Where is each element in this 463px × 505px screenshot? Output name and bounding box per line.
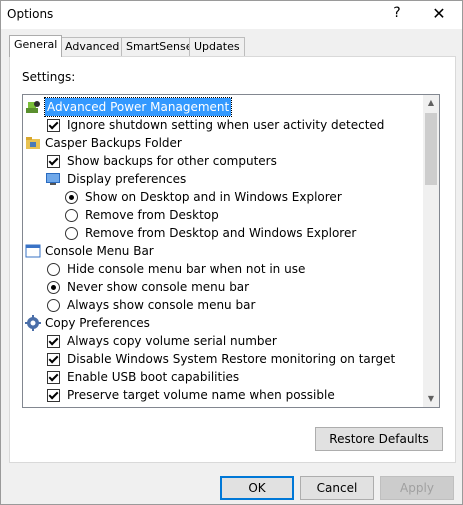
window-title: Options bbox=[7, 7, 54, 21]
tree-option[interactable]: Show backups for other computers bbox=[23, 152, 421, 170]
checkbox[interactable] bbox=[47, 155, 60, 168]
tree-option[interactable]: Remove from Desktop bbox=[23, 206, 421, 224]
checkbox[interactable] bbox=[47, 407, 60, 408]
gear-icon bbox=[25, 315, 41, 331]
tree-item-label: Ignore shutdown setting when user activi… bbox=[67, 118, 385, 132]
cancel-button[interactable]: Cancel bbox=[300, 476, 374, 500]
tree-group[interactable]: Advanced Power Management bbox=[23, 97, 421, 117]
tree-item-label: Advanced Power Management bbox=[43, 97, 233, 117]
tree-item-label: Remove from Desktop bbox=[85, 208, 219, 222]
tree-option[interactable]: Remove from Desktop and Windows Explorer bbox=[23, 224, 421, 242]
checkbox[interactable] bbox=[47, 119, 60, 132]
scroll-down-icon[interactable]: ▼ bbox=[423, 391, 439, 407]
tree-item-label: Copy Preferences bbox=[45, 316, 150, 330]
tree-option[interactable]: Never show console menu bar bbox=[23, 278, 421, 296]
tree-option[interactable]: Disable Windows System Restore monitorin… bbox=[23, 350, 421, 368]
tree-item-label: Hide console menu bar when not in use bbox=[67, 262, 306, 276]
settings-label: Settings: bbox=[22, 70, 76, 84]
restore-defaults-button[interactable]: Restore Defaults bbox=[315, 427, 443, 451]
tree-item-label: Display preferences bbox=[67, 172, 187, 186]
radio-button[interactable] bbox=[47, 263, 60, 276]
tree-item-label: Show on Desktop and in Windows Explorer bbox=[85, 190, 342, 204]
tree-item-label: Always copy volume serial number bbox=[67, 334, 277, 348]
tree-group[interactable]: Copy Preferences bbox=[23, 314, 421, 332]
settings-tree[interactable]: Advanced Power Management Ignore shutdown… bbox=[22, 94, 440, 408]
tree-option[interactable]: Always copy volume serial number bbox=[23, 332, 421, 350]
tree-option[interactable]: Show on Desktop and in Windows Explorer bbox=[23, 188, 421, 206]
power-management-icon bbox=[25, 99, 41, 115]
tree-item-label: Disable Windows System Restore monitorin… bbox=[67, 352, 396, 366]
backup-folder-icon bbox=[25, 135, 41, 151]
tree-item-label: Never show console menu bar bbox=[67, 280, 250, 294]
tree-item-label: Always show console menu bar bbox=[67, 298, 256, 312]
tree-subgroup[interactable]: Display preferences bbox=[23, 170, 421, 188]
tree-option[interactable]: Preserve target volume name when possibl… bbox=[23, 386, 421, 404]
radio-button[interactable] bbox=[47, 299, 60, 312]
vertical-scrollbar[interactable]: ▲ ▼ bbox=[423, 95, 439, 407]
checkbox[interactable] bbox=[47, 389, 60, 402]
tree-item-label: Console Menu Bar bbox=[45, 244, 154, 258]
radio-button[interactable] bbox=[65, 209, 78, 222]
tree-item-label: Casper Backups Folder bbox=[45, 136, 182, 150]
tree-option[interactable]: Enable USB boot capabilities bbox=[23, 368, 421, 386]
general-panel: Settings: Advanced Power Management Ignor… bbox=[9, 56, 456, 463]
tree-option[interactable]: Ignore shutdown setting when user activi… bbox=[23, 116, 421, 134]
options-dialog: Options ? ✕ General Advanced SmartSense … bbox=[0, 0, 463, 505]
tree-item-label: Perform pre-image data verification bbox=[67, 404, 281, 407]
tree-item-label: Remove from Desktop and Windows Explorer bbox=[85, 226, 357, 240]
tree-option[interactable]: Hide console menu bar when not in use bbox=[23, 260, 421, 278]
radio-button[interactable] bbox=[47, 281, 60, 294]
scroll-thumb[interactable] bbox=[425, 113, 437, 185]
window-icon bbox=[25, 243, 41, 259]
tree-option[interactable]: Perform pre-image data verification bbox=[23, 404, 421, 408]
radio-button[interactable] bbox=[65, 191, 78, 204]
tab-advanced[interactable]: Advanced bbox=[60, 37, 125, 56]
checkbox[interactable] bbox=[47, 353, 60, 366]
tree-item-label: Enable USB boot capabilities bbox=[67, 370, 240, 384]
tree-group[interactable]: Casper Backups Folder bbox=[23, 134, 421, 152]
monitor-icon bbox=[45, 171, 61, 187]
tab-smartsense[interactable]: SmartSense bbox=[121, 37, 198, 56]
apply-button[interactable]: Apply bbox=[380, 476, 454, 500]
tree-group[interactable]: Console Menu Bar bbox=[23, 242, 421, 260]
scroll-up-icon[interactable]: ▲ bbox=[423, 95, 439, 111]
tab-updates[interactable]: Updates bbox=[189, 37, 245, 56]
radio-button[interactable] bbox=[65, 227, 78, 240]
help-icon[interactable]: ? bbox=[389, 5, 405, 23]
tree-item-label: Show backups for other computers bbox=[67, 154, 277, 168]
tab-general[interactable]: General bbox=[9, 35, 63, 57]
ok-button[interactable]: OK bbox=[220, 476, 294, 500]
close-icon[interactable]: ✕ bbox=[429, 4, 449, 24]
checkbox[interactable] bbox=[47, 371, 60, 384]
title-bar: Options ? ✕ bbox=[1, 1, 462, 29]
tree-option[interactable]: Always show console menu bar bbox=[23, 296, 421, 314]
checkbox[interactable] bbox=[47, 335, 60, 348]
tree-item-label: Preserve target volume name when possibl… bbox=[67, 388, 335, 402]
